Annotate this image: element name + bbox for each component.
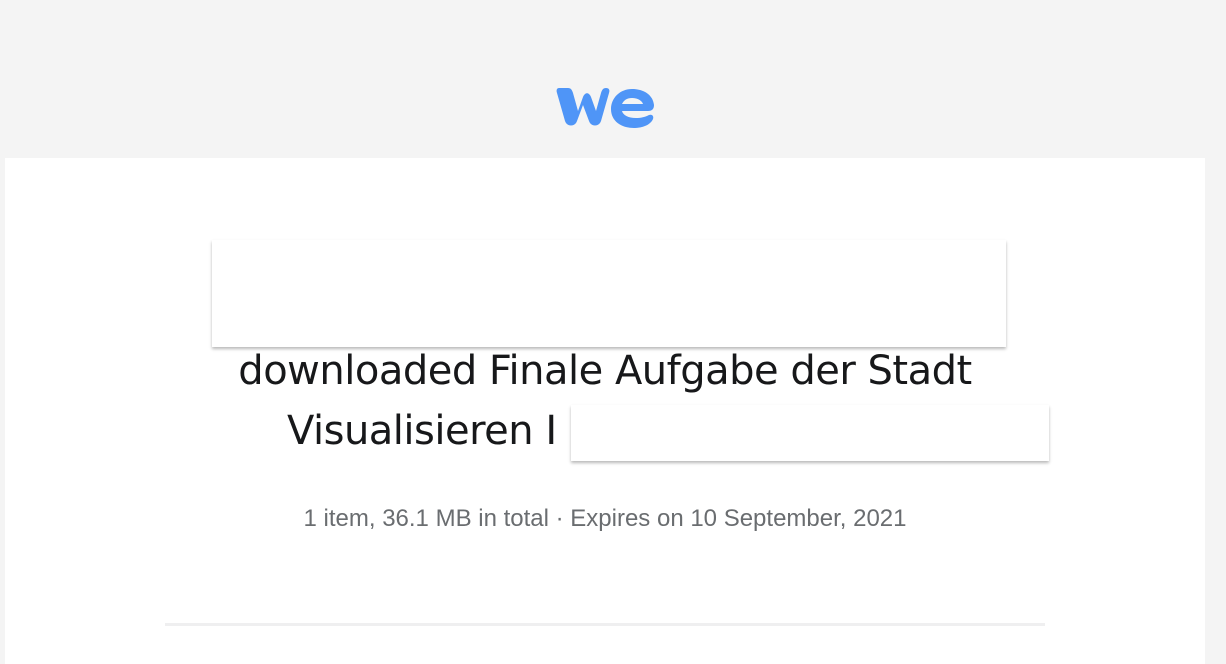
transfer-title: downloaded Finale Aufgabe der Stadt <box>160 341 1050 401</box>
transfer-title-line-2: Visualisieren I <box>287 408 557 454</box>
page-header <box>0 0 1226 158</box>
transfer-details: 1 item, 36.1 MB in total · Expires on 10… <box>303 505 907 532</box>
transfer-title-line-1: downloaded Finale Aufgabe der Stadt <box>238 348 972 394</box>
wetransfer-logo-icon[interactable] <box>556 84 656 130</box>
redaction-box-right <box>571 405 1049 461</box>
redaction-box-top <box>212 240 1006 347</box>
divider <box>165 623 1045 626</box>
